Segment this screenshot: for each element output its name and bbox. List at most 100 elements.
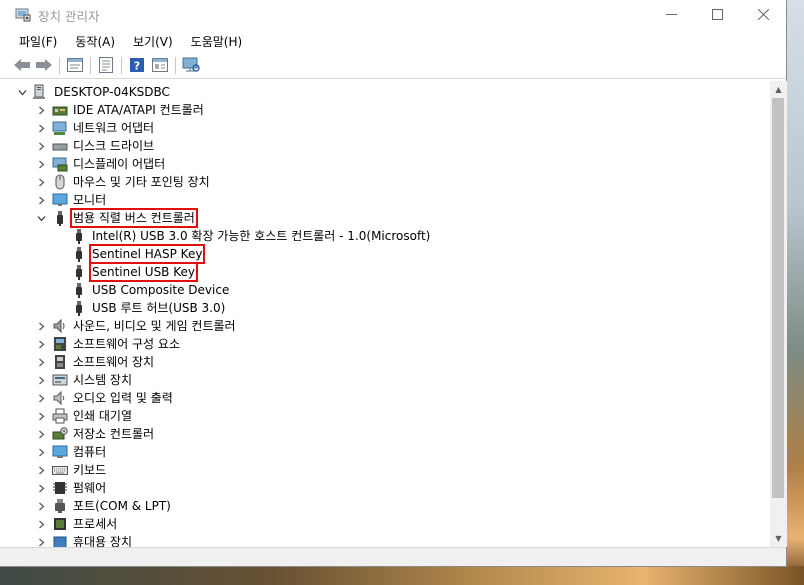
- network-adapter-icon: [52, 120, 68, 136]
- maximize-button[interactable]: [694, 0, 740, 29]
- tree-device[interactable]: Intel(R) USB 3.0 확장 가능한 호스트 컨트롤러 - 1.0(M…: [0, 227, 770, 245]
- expand-chevron-icon[interactable]: [36, 389, 46, 407]
- tree-item-label: IDE ATA/ATAPI 컨트롤러: [73, 103, 204, 117]
- tree-category[interactable]: 휴대용 장치: [0, 533, 770, 547]
- expand-chevron-icon[interactable]: [36, 443, 46, 461]
- tree-category[interactable]: 펌웨어: [0, 479, 770, 497]
- tree-item-label: 디스크 드라이브: [73, 139, 155, 153]
- firmware-icon: [52, 480, 68, 496]
- status-bar: [0, 547, 786, 566]
- expand-chevron-icon[interactable]: [36, 317, 46, 335]
- details-button[interactable]: [97, 56, 115, 74]
- expand-chevron-icon[interactable]: [36, 479, 46, 497]
- menu-bar: 파일(F) 동작(A) 보기(V) 도움말(H): [0, 30, 786, 51]
- back-button[interactable]: [13, 56, 31, 74]
- monitor-icon: [52, 192, 68, 208]
- tree-device[interactable]: Sentinel HASP Key: [0, 244, 770, 264]
- tree-device[interactable]: USB Composite Device: [0, 281, 770, 299]
- tree-category[interactable]: 디스플레이 어댑터: [0, 155, 770, 173]
- tree-category[interactable]: 포트(COM & LPT): [0, 497, 770, 515]
- tree-item-label: 저장소 컨트롤러: [73, 427, 155, 441]
- tree-item-label: 소프트웨어 장치: [73, 355, 155, 369]
- collapse-chevron-icon[interactable]: [17, 83, 27, 101]
- toolbar-separator: [59, 57, 60, 74]
- expand-chevron-icon[interactable]: [36, 101, 46, 119]
- expand-chevron-icon[interactable]: [36, 533, 46, 547]
- expand-chevron-icon[interactable]: [36, 335, 46, 353]
- speaker-icon: [52, 318, 68, 334]
- back-icon: [14, 59, 30, 71]
- tree-category[interactable]: 네트워크 어댑터: [0, 119, 770, 137]
- computer-name-label: DESKTOP-04KSDBC: [54, 85, 170, 99]
- toolbar-separator: [175, 57, 176, 74]
- tree-category[interactable]: 오디오 입력 및 출력: [0, 389, 770, 407]
- expand-chevron-icon[interactable]: [36, 119, 46, 137]
- close-button[interactable]: [740, 0, 786, 29]
- view-icon: [152, 58, 168, 72]
- scan-icon: [182, 57, 200, 72]
- tree-item-label: 포트(COM & LPT): [73, 499, 171, 513]
- tree-item-label: 사운드, 비디오 및 게임 컨트롤러: [73, 319, 236, 333]
- forward-button[interactable]: [35, 56, 53, 74]
- menu-view[interactable]: 보기(V): [126, 30, 180, 51]
- tree-device[interactable]: USB 루트 허브(USB 3.0): [0, 299, 770, 317]
- ide-controller-icon: [52, 102, 68, 118]
- tree-category[interactable]: IDE ATA/ATAPI 컨트롤러: [0, 101, 770, 119]
- tree-category[interactable]: 마우스 및 기타 포인팅 장치: [0, 173, 770, 191]
- tree-category[interactable]: 소프트웨어 구성 요소: [0, 335, 770, 353]
- scroll-thumb[interactable]: [772, 98, 784, 498]
- properties-button[interactable]: [66, 56, 84, 74]
- usb-icon: [52, 210, 68, 226]
- expand-chevron-icon[interactable]: [36, 425, 46, 443]
- usb-device-icon: [71, 228, 87, 244]
- tree-category[interactable]: 컴퓨터: [0, 443, 770, 461]
- expand-chevron-icon[interactable]: [36, 137, 46, 155]
- tree-category[interactable]: 키보드: [0, 461, 770, 479]
- tree-device[interactable]: Sentinel USB Key: [0, 262, 770, 282]
- tree-item-label: USB Composite Device: [92, 283, 230, 297]
- expand-chevron-icon[interactable]: [36, 515, 46, 533]
- tree-root[interactable]: DESKTOP-04KSDBC: [0, 83, 770, 101]
- tree-category[interactable]: 소프트웨어 장치: [0, 353, 770, 371]
- forward-icon: [36, 59, 52, 71]
- tree-category[interactable]: 프로세서: [0, 515, 770, 533]
- menu-help[interactable]: 도움말(H): [184, 30, 250, 51]
- expand-chevron-icon[interactable]: [36, 353, 46, 371]
- device-tree[interactable]: DESKTOP-04KSDBC IDE ATA/ATAPI 컨트롤러네트워크 어…: [0, 81, 770, 547]
- menu-action[interactable]: 동작(A): [68, 30, 122, 51]
- expand-chevron-icon[interactable]: [36, 461, 46, 479]
- usb-device-icon: [71, 300, 87, 316]
- minimize-button[interactable]: [648, 0, 694, 29]
- audio-io-icon: [52, 390, 68, 406]
- toolbar-separator: [121, 57, 122, 74]
- software-component-icon: [52, 336, 68, 352]
- menu-file[interactable]: 파일(F): [12, 30, 64, 51]
- expand-chevron-icon[interactable]: [36, 173, 46, 191]
- expand-chevron-icon[interactable]: [36, 497, 46, 515]
- close-icon: [757, 9, 769, 20]
- processor-icon: [52, 516, 68, 532]
- expand-chevron-icon[interactable]: [36, 371, 46, 389]
- expand-chevron-icon[interactable]: [36, 155, 46, 173]
- expand-chevron-icon[interactable]: [36, 191, 46, 209]
- maximize-icon: [711, 9, 723, 20]
- tree-category[interactable]: 디스크 드라이브: [0, 137, 770, 155]
- tree-category[interactable]: 모니터: [0, 191, 770, 209]
- collapse-chevron-icon[interactable]: [36, 209, 46, 227]
- tree-item-label: 소프트웨어 구성 요소: [73, 337, 180, 351]
- expand-chevron-icon[interactable]: [36, 407, 46, 425]
- view-button[interactable]: [151, 56, 169, 74]
- tree-category[interactable]: 시스템 장치: [0, 371, 770, 389]
- tree-category[interactable]: 범용 직렬 버스 컨트롤러: [0, 208, 770, 228]
- scan-hardware-button[interactable]: [182, 56, 200, 74]
- scroll-up-icon[interactable]: ▲: [770, 81, 787, 98]
- highlighted-label: Sentinel HASP Key: [88, 244, 206, 264]
- help-button[interactable]: ?: [128, 56, 146, 74]
- help-icon: ?: [130, 58, 144, 73]
- vertical-scrollbar[interactable]: ▲ ▼: [770, 81, 787, 547]
- title-bar[interactable]: 장치 관리자: [0, 0, 786, 29]
- tree-category[interactable]: 사운드, 비디오 및 게임 컨트롤러: [0, 317, 770, 335]
- tree-category[interactable]: 인쇄 대기열: [0, 407, 770, 425]
- scroll-down-icon[interactable]: ▼: [770, 530, 787, 547]
- tree-category[interactable]: 저장소 컨트롤러: [0, 425, 770, 443]
